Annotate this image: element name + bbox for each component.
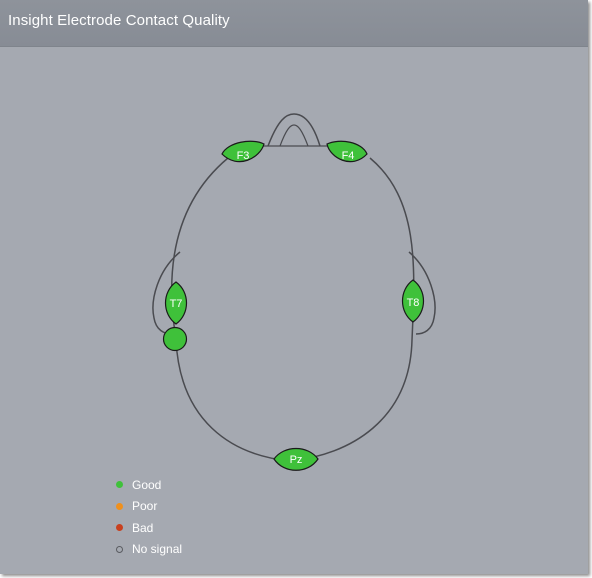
legend-item-good: Good xyxy=(112,474,182,496)
electrode-f3[interactable]: F3 xyxy=(221,140,265,163)
electrode-pz[interactable]: Pz xyxy=(273,447,319,471)
bad-status-icon xyxy=(116,524,123,532)
electrode-f4[interactable]: F4 xyxy=(326,140,368,163)
electrode-label-pz: Pz xyxy=(290,454,303,466)
status-legend: Good Poor Bad No signal xyxy=(112,474,182,560)
electrode-label-f4: F4 xyxy=(342,150,355,162)
legend-label-good: Good xyxy=(132,477,162,492)
electrode-label-f3: F3 xyxy=(237,150,250,162)
nose-outline xyxy=(267,113,321,147)
head-outline xyxy=(170,157,415,462)
electrode-t8[interactable]: T8 xyxy=(401,279,425,323)
electrode-label-t8: T8 xyxy=(407,297,420,309)
electrode-label-t7: T7 xyxy=(170,298,183,310)
contact-quality-window: Insight Electrode Contact Quality F3 F4 … xyxy=(0,0,588,574)
legend-item-bad: Bad xyxy=(112,517,182,539)
legend-label-poor: Poor xyxy=(132,499,158,514)
nose-inner xyxy=(279,124,309,147)
legend-label-bad: Bad xyxy=(132,520,154,535)
legend-item-no-signal: No signal xyxy=(112,539,182,561)
head-map: F3 F4 T7 T8 Pz xyxy=(152,113,436,471)
legend-label-no-signal: No signal xyxy=(132,542,183,557)
good-status-icon xyxy=(116,481,123,489)
electrode-t7[interactable]: T7 xyxy=(164,281,188,325)
electrode-reference[interactable] xyxy=(162,326,188,352)
legend-item-poor: Poor xyxy=(112,496,182,518)
poor-status-icon xyxy=(116,502,123,510)
no-signal-status-icon xyxy=(116,545,123,553)
